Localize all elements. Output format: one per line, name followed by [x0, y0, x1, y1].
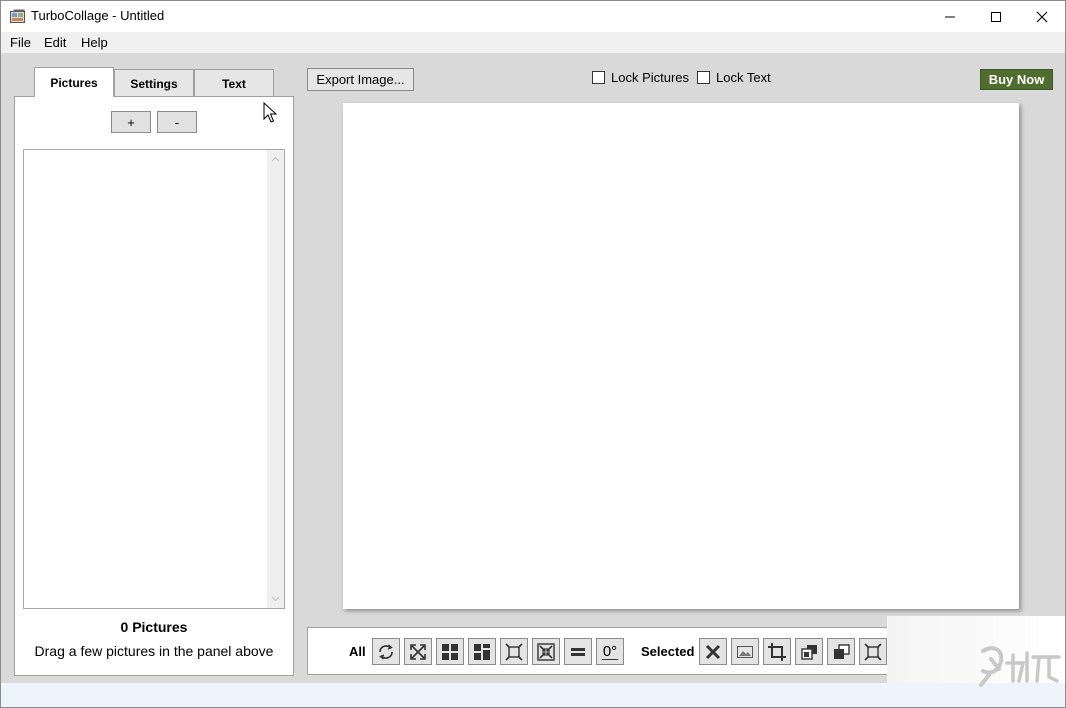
menu-bar: File Edit Help [1, 32, 1065, 53]
crop-icon [768, 642, 786, 661]
replace-image-button[interactable] [731, 638, 759, 665]
send-backward-icon [834, 643, 850, 659]
picture-list-scrollbar[interactable] [267, 150, 284, 608]
rotation-button[interactable]: 0° [596, 638, 624, 665]
rotation-value: 0° [601, 642, 619, 660]
fit-selected-button[interactable] [859, 638, 887, 665]
pictures-panel: + - 0 Pictures Drag a few pictures in th… [14, 96, 294, 676]
mosaic-layout-button[interactable] [468, 638, 496, 665]
grid-icon [442, 643, 458, 660]
equal-icon [571, 647, 585, 656]
lock-text-label[interactable]: Lock Text [716, 70, 771, 85]
menu-help[interactable]: Help [81, 35, 108, 50]
lock-pictures-checkbox[interactable] [592, 71, 605, 84]
shrink-all-button[interactable] [532, 638, 560, 665]
fit-icon [505, 642, 523, 661]
tab-pictures-label: Pictures [50, 75, 98, 90]
lock-pictures-label[interactable]: Lock Pictures [611, 70, 689, 85]
minimize-icon [945, 16, 955, 17]
fit-all-button[interactable] [500, 638, 528, 665]
tab-text[interactable]: Text [194, 69, 274, 98]
status-bar [1, 683, 1065, 707]
add-picture-button[interactable]: + [111, 111, 151, 133]
expand-all-icon [410, 643, 426, 660]
fit-selected-icon [864, 642, 882, 661]
collage-canvas[interactable] [343, 103, 1019, 609]
scroll-down-icon[interactable] [271, 594, 280, 603]
minimize-button[interactable] [927, 1, 973, 32]
app-window: TurboCollage - Untitled File Edit Help P… [0, 0, 1066, 708]
tab-pictures[interactable]: Pictures [34, 67, 114, 97]
tab-settings-label: Settings [130, 77, 178, 91]
lock-text-checkbox[interactable] [697, 71, 710, 84]
replace-image-icon [737, 645, 753, 658]
send-backward-button[interactable] [827, 638, 855, 665]
close-button[interactable] [1019, 1, 1065, 32]
menu-file[interactable]: File [10, 35, 31, 50]
crop-button[interactable] [763, 638, 791, 665]
delete-selected-button[interactable] [699, 638, 727, 665]
delete-icon [705, 644, 721, 659]
picture-count: 0 Pictures [120, 619, 188, 635]
close-icon [1036, 11, 1048, 22]
selected-label: Selected [641, 644, 695, 659]
picture-list[interactable] [23, 149, 285, 609]
window-title: TurboCollage - Untitled [31, 8, 165, 23]
export-image-button[interactable]: Export Image... [307, 68, 414, 91]
all-label: All [349, 644, 366, 659]
app-logo-icon [10, 9, 25, 23]
title-bar: TurboCollage - Untitled [1, 1, 1065, 32]
drag-hint: Drag a few pictures in the panel above [34, 643, 274, 659]
grid-layout-button[interactable] [436, 638, 464, 665]
bottom-toolbar: All 0° Selected [307, 627, 887, 675]
menu-edit[interactable]: Edit [44, 35, 66, 50]
shuffle-icon [379, 643, 393, 660]
tab-settings[interactable]: Settings [114, 69, 194, 98]
watermark-logo-icon [979, 646, 1061, 687]
maximize-icon [991, 11, 1001, 22]
equalize-button[interactable] [564, 638, 592, 665]
tab-text-label: Text [222, 77, 246, 91]
expand-all-button[interactable] [404, 638, 432, 665]
bring-forward-button[interactable] [795, 638, 823, 665]
mouse-cursor-icon [263, 102, 277, 123]
shrink-icon [537, 642, 555, 661]
buy-now-button[interactable]: Buy Now [980, 69, 1053, 90]
shuffle-button[interactable] [372, 638, 400, 665]
remove-picture-button[interactable]: - [157, 111, 197, 133]
maximize-button[interactable] [973, 1, 1019, 32]
mosaic-grid-icon [474, 643, 490, 660]
bring-forward-icon [801, 644, 817, 660]
scroll-up-icon[interactable] [271, 155, 280, 164]
